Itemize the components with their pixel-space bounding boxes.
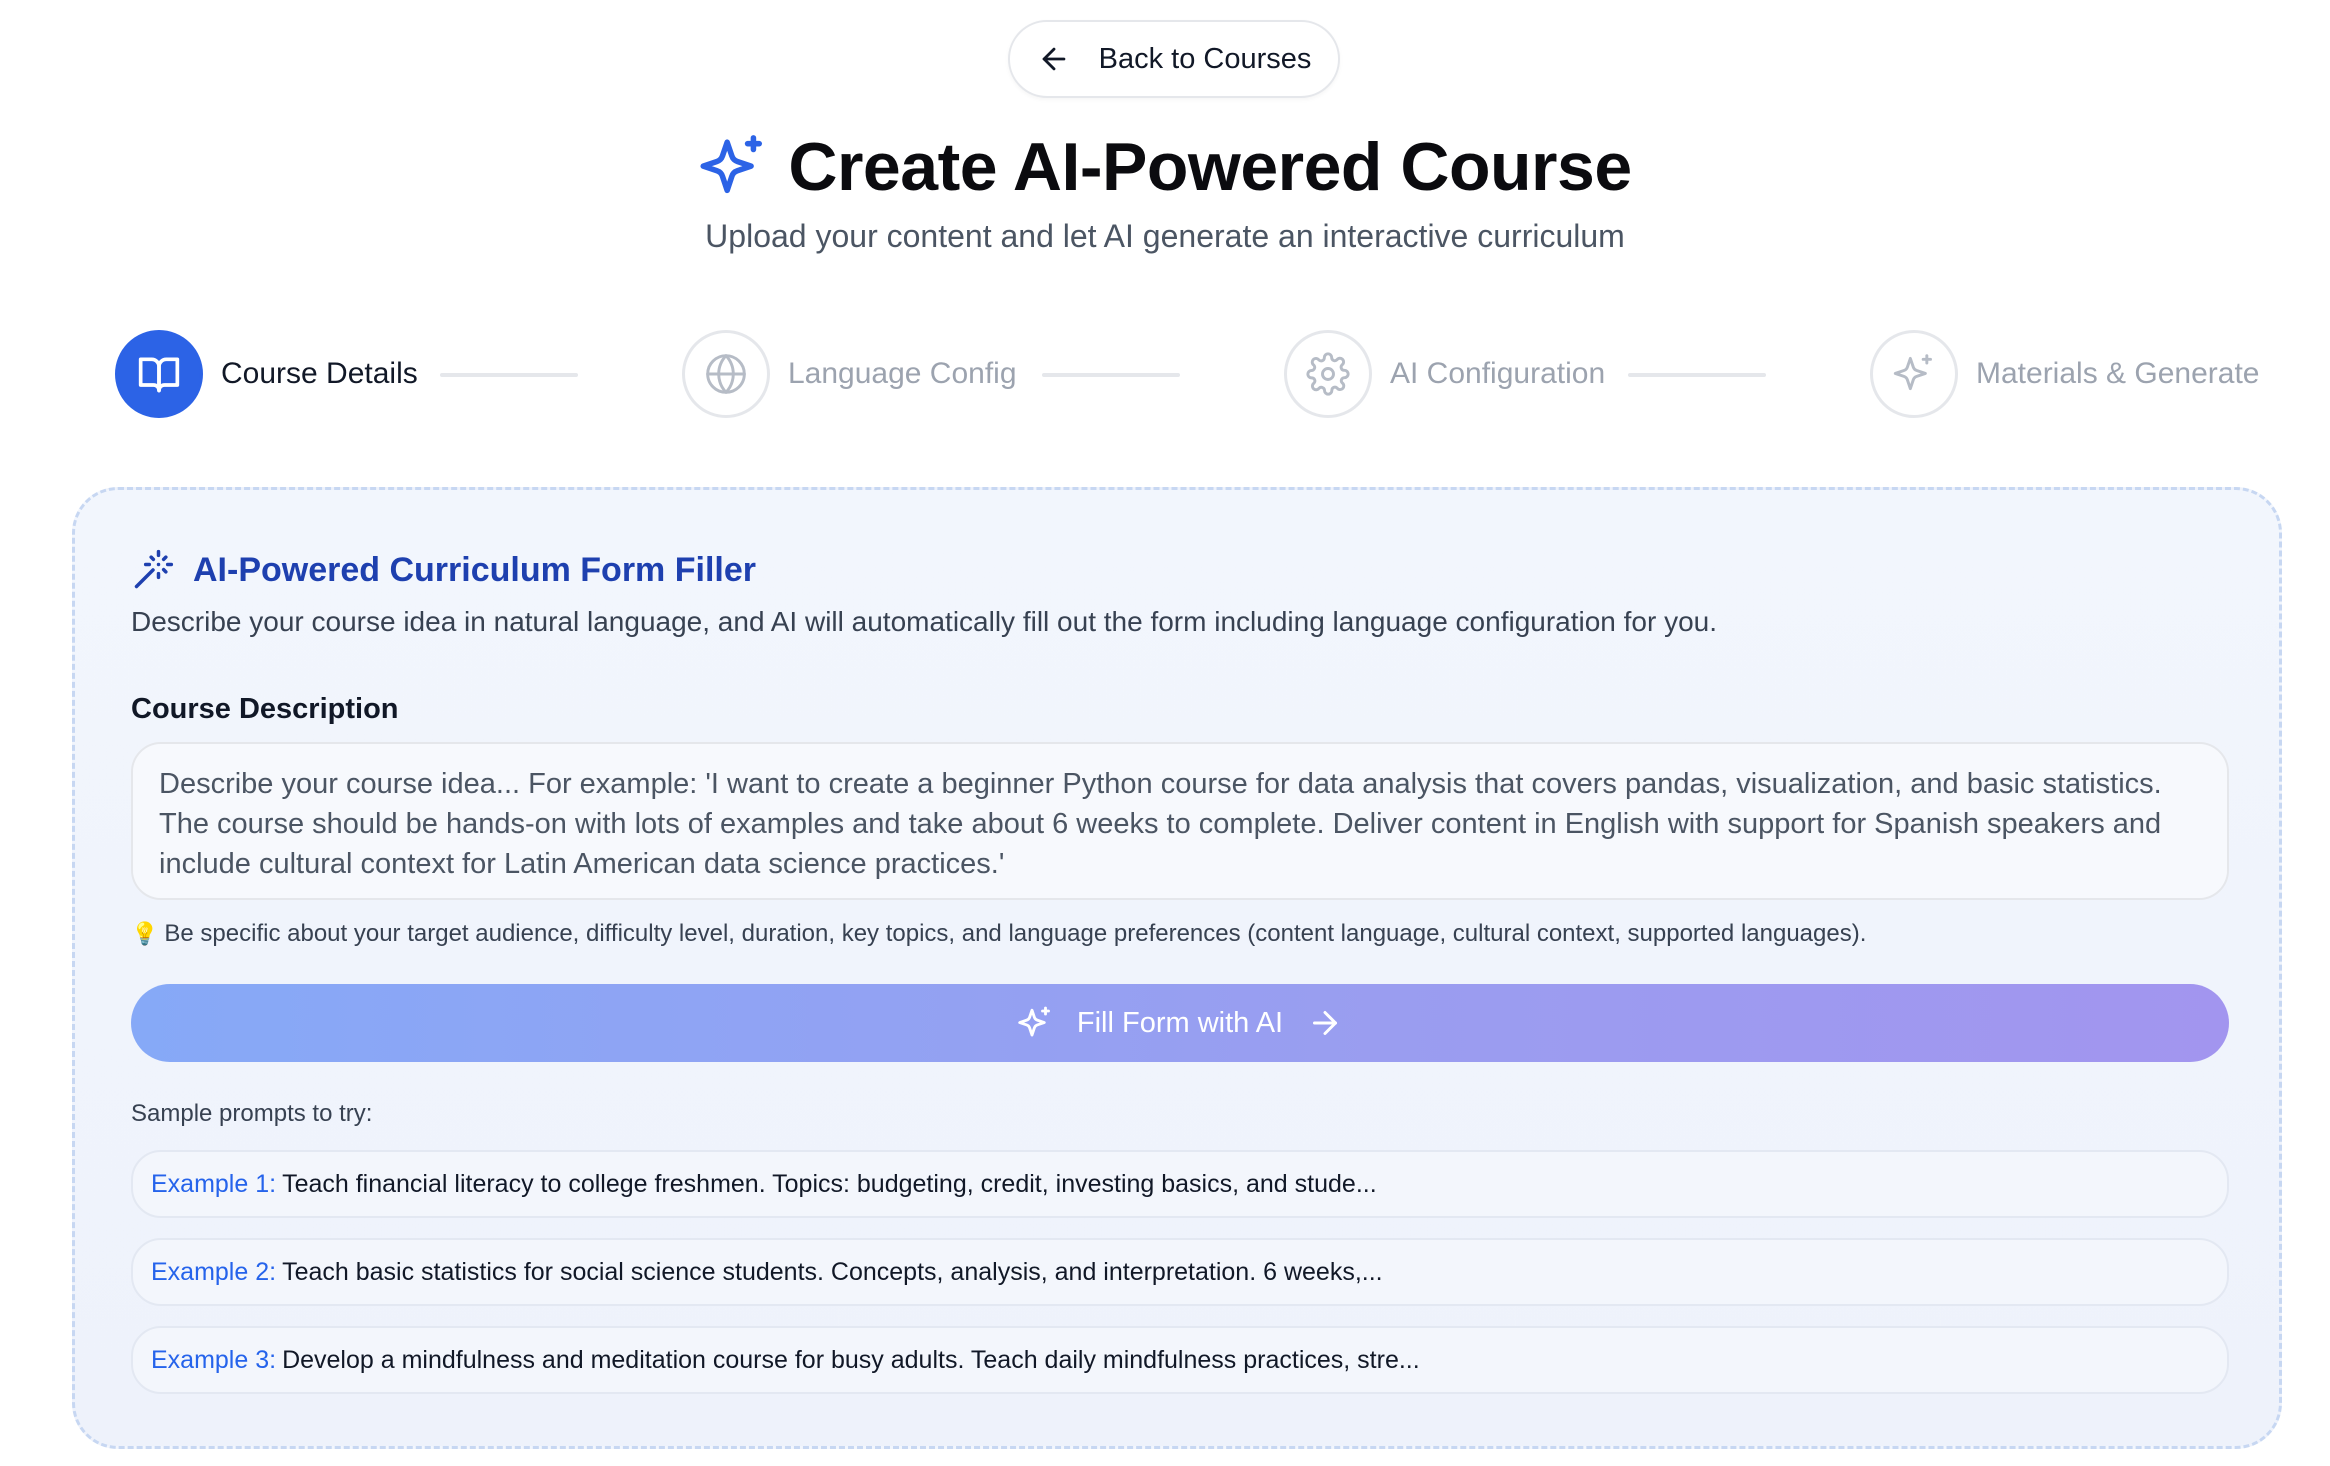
sparkles-icon bbox=[700, 135, 763, 194]
sparkles-icon bbox=[1893, 354, 1932, 391]
fill-form-with-ai-button[interactable]: Fill Form with AI bbox=[131, 984, 2229, 1062]
example-label: Example 3: bbox=[151, 1345, 277, 1374]
example-label: Example 2: bbox=[151, 1257, 277, 1286]
step-language-config[interactable]: Language Config bbox=[682, 330, 1017, 418]
step-label: Course Details bbox=[221, 357, 418, 390]
course-description-input[interactable] bbox=[131, 742, 2229, 900]
sample-prompt-3[interactable]: Example 3: Develop a mindfulness and med… bbox=[131, 1326, 2229, 1394]
page: Back to Courses Create AI-Powered Course… bbox=[0, 0, 2330, 1466]
step-circle bbox=[115, 330, 203, 418]
step-ai-configuration[interactable]: AI Configuration bbox=[1284, 330, 1605, 418]
back-button-label: Back to Courses bbox=[1098, 42, 1312, 75]
page-subtitle: Upload your content and let AI generate … bbox=[705, 218, 1625, 254]
example-text: Teach financial literacy to college fres… bbox=[282, 1169, 1377, 1198]
gear-icon bbox=[1306, 352, 1350, 396]
globe-icon bbox=[706, 354, 746, 394]
step-connector bbox=[440, 373, 578, 377]
sample-prompts-label: Sample prompts to try: bbox=[131, 1100, 373, 1127]
page-title: Create AI-Powered Course bbox=[788, 129, 1632, 205]
sample-prompt-2[interactable]: Example 2: Teach basic statistics for so… bbox=[131, 1238, 2229, 1306]
example-text: Teach basic statistics for social scienc… bbox=[282, 1257, 1383, 1286]
form-filler-description: Describe your course idea in natural lan… bbox=[131, 606, 1718, 637]
fill-button-label: Fill Form with AI bbox=[1076, 1006, 1284, 1039]
sparkles-icon bbox=[1018, 1006, 1050, 1037]
step-circle bbox=[1870, 330, 1958, 418]
step-connector bbox=[1042, 373, 1180, 377]
step-label: Language Config bbox=[788, 357, 1017, 390]
book-icon bbox=[138, 357, 180, 393]
hint-text: 💡 Be specific about your target audience… bbox=[131, 920, 1866, 948]
stepper: Course Details Language Config AI Config… bbox=[0, 330, 2330, 420]
step-course-details[interactable]: Course Details bbox=[115, 330, 418, 418]
step-label: AI Configuration bbox=[1390, 357, 1606, 390]
form-filler-header: AI-Powered Curriculum Form Filler bbox=[131, 548, 756, 592]
arrow-right-icon bbox=[1313, 1011, 1338, 1035]
sample-prompt-1[interactable]: Example 1: Teach financial literacy to c… bbox=[131, 1150, 2229, 1218]
step-connector bbox=[1628, 373, 1766, 377]
arrow-left-icon bbox=[1042, 47, 1065, 71]
course-description-label: Course Description bbox=[131, 693, 399, 725]
step-materials-generate[interactable]: Materials & Generate bbox=[1870, 330, 2259, 418]
form-filler-title: AI-Powered Curriculum Form Filler bbox=[193, 550, 756, 589]
step-circle bbox=[1284, 330, 1372, 418]
step-circle bbox=[682, 330, 770, 418]
example-label: Example 1: bbox=[151, 1169, 277, 1198]
magic-wand-icon bbox=[134, 549, 174, 589]
hint-label: Be specific about your target audience, … bbox=[164, 920, 1867, 947]
back-to-courses-button[interactable]: Back to Courses bbox=[1008, 20, 1340, 98]
step-label: Materials & Generate bbox=[1976, 357, 2260, 390]
form-filler-card: AI-Powered Curriculum Form Filler Descri… bbox=[72, 487, 2282, 1449]
page-header: Create AI-Powered Course bbox=[0, 128, 2330, 206]
example-text: Develop a mindfulness and meditation cou… bbox=[282, 1345, 1420, 1374]
lightbulb-icon: 💡 bbox=[131, 921, 159, 946]
